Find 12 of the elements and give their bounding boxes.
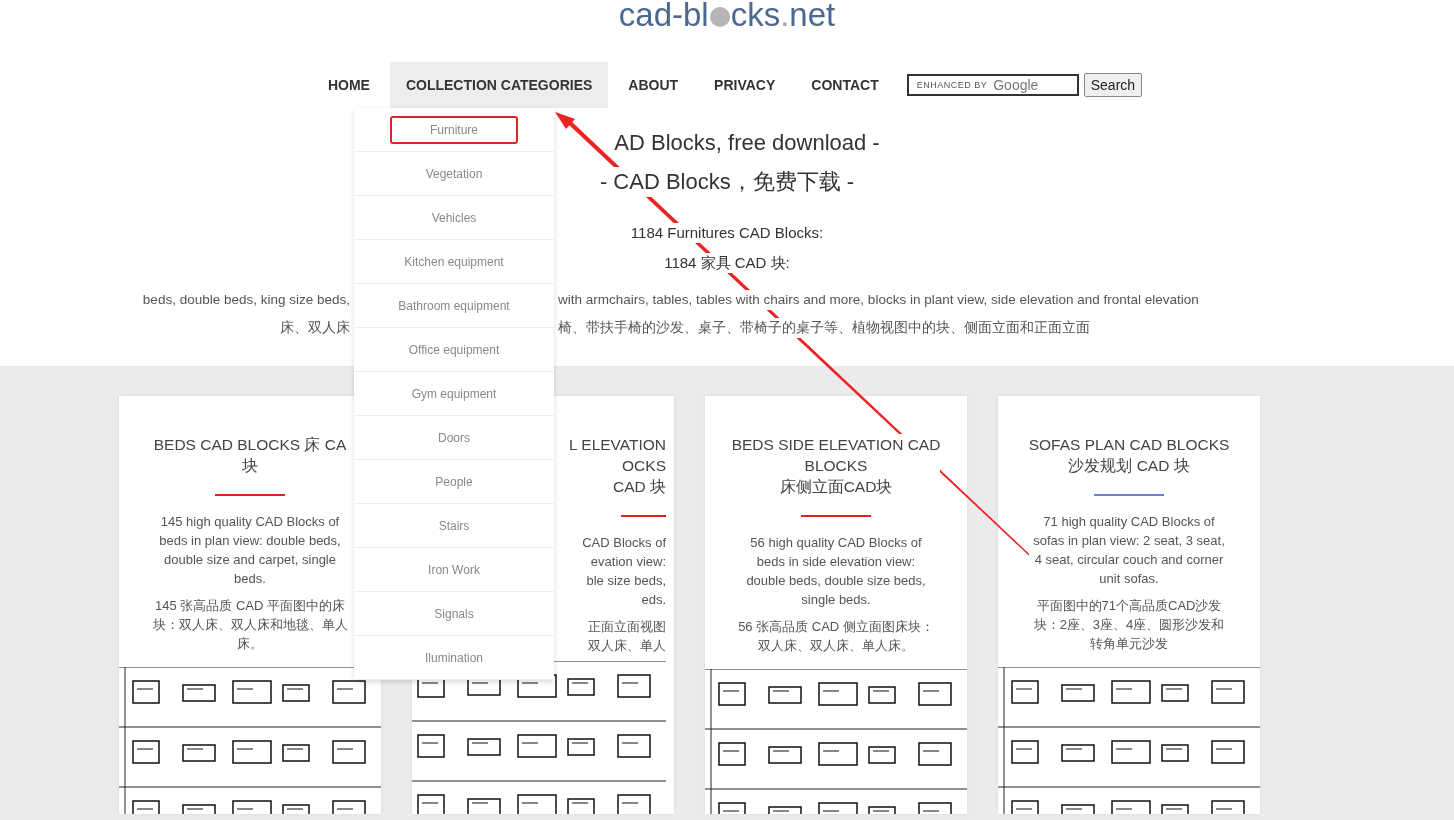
- block-count: 1184 Furnitures CAD Blocks:: [630, 223, 824, 243]
- page-heading: - CAD Blocks，免费下载 -: [599, 167, 855, 197]
- card-description: 双人床、单人: [588, 637, 666, 655]
- card-description: ble size beds,: [586, 572, 666, 590]
- card-title: BEDS CAD BLOCKS 床 CA 块: [153, 434, 347, 476]
- card-description: evation view:: [590, 553, 666, 571]
- card-description: 正面立面视图: [588, 618, 666, 636]
- card-title: BEDS SIDE ELEVATION CAD BLOCKS 床侧立面CAD块: [731, 434, 941, 497]
- card-description: CAD Blocks of: [582, 534, 666, 552]
- block-count: 1184 家具 CAD 块:: [664, 253, 790, 273]
- card-description: eds.: [641, 591, 666, 609]
- card-description: 145 张高品质 CAD 平面图中的床块：双人床、双人床和地毯、单人床。: [150, 596, 350, 653]
